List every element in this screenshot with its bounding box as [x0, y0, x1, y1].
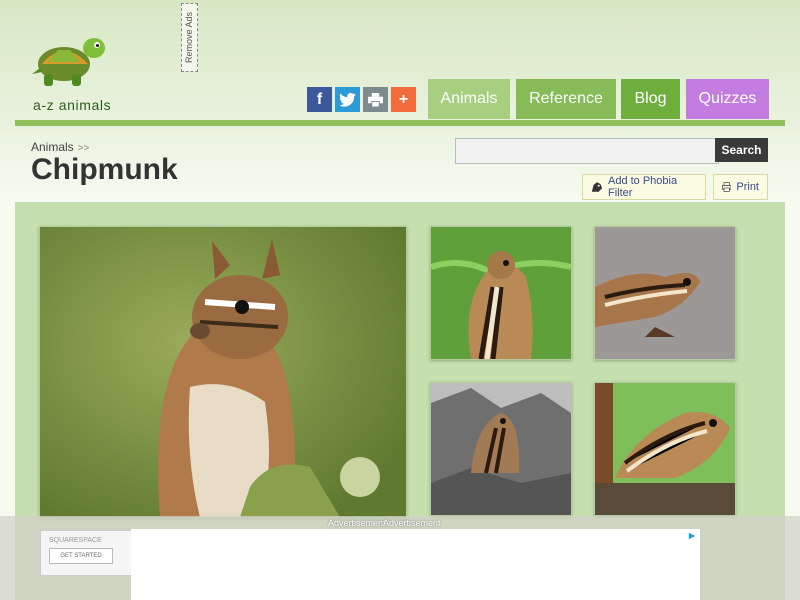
chipmunk-thumb-wood[interactable] — [594, 382, 736, 516]
get-started-button[interactable]: GET STARTED — [49, 548, 113, 564]
chipmunk-thumb-rock[interactable] — [594, 226, 736, 360]
chipmunk-thumb-stones[interactable] — [430, 382, 572, 516]
search-input[interactable] — [455, 138, 719, 164]
twitter-icon[interactable] — [335, 87, 360, 112]
facebook-icon[interactable]: f — [307, 87, 332, 112]
add-phobia-filter-button[interactable]: Add to Phobia Filter — [582, 174, 706, 200]
advertisement-label: Advertisement — [383, 518, 441, 528]
print-button[interactable]: Print — [713, 174, 768, 200]
chipmunk-main-photo[interactable] — [39, 226, 407, 518]
breadcrumb: Animals >> — [31, 140, 89, 154]
nav-tab-animals[interactable]: Animals — [428, 79, 510, 119]
site-name[interactable]: a-z animals — [33, 97, 111, 113]
page-title: Chipmunk — [31, 153, 178, 186]
plus-icon[interactable]: + — [391, 87, 416, 112]
advertisement-label: Advertisement — [328, 518, 386, 528]
printer-icon — [722, 182, 732, 192]
ad-banner[interactable] — [131, 529, 700, 600]
remove-ads-link[interactable]: Remove Ads — [181, 3, 198, 72]
nav-tab-reference[interactable]: Reference — [516, 79, 616, 119]
chipmunk-thumb-grass[interactable] — [430, 226, 572, 360]
add-phobia-filter-label: Add to Phobia Filter — [607, 175, 678, 199]
phobia-filter-icon — [591, 182, 603, 192]
breadcrumb-animals-link[interactable]: Animals — [31, 140, 74, 154]
site-logo-turtle[interactable] — [30, 34, 110, 90]
facebook-glyph: f — [316, 90, 323, 108]
squarespace-brand: SQUARESPACE — [49, 537, 102, 544]
header-divider — [15, 120, 785, 126]
plus-glyph: + — [398, 90, 409, 108]
print-label: Print — [736, 181, 759, 193]
adchoices-icon[interactable] — [688, 532, 696, 540]
nav-tab-blog[interactable]: Blog — [621, 79, 680, 119]
squarespace-ad[interactable]: SQUARESPACE GET STARTED — [40, 530, 132, 576]
nav-tab-quizzes[interactable]: Quizzes — [686, 79, 769, 119]
search-button[interactable]: Search — [715, 138, 768, 162]
print-share-icon[interactable] — [363, 87, 388, 112]
